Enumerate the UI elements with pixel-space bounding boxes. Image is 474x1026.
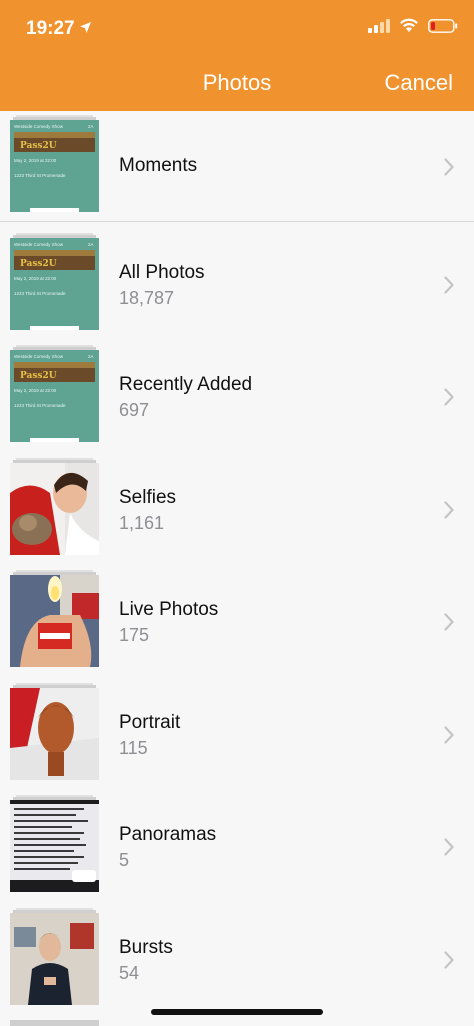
album-row-all-photos[interactable]: Westside Comedy Show 2A Pass2U May 2, 20… [0, 224, 474, 336]
selfie-thumbnail [10, 463, 99, 555]
album-label: Panoramas [119, 824, 217, 845]
album-label: Bursts [119, 937, 173, 958]
album-thumbnail: Westside Comedy Show 2A Pass2U May 2, 20… [10, 233, 99, 330]
ticket-logo: Pass2U [20, 259, 57, 269]
album-row-portrait[interactable]: Portrait 115 [0, 674, 474, 786]
panorama-thumbnail [10, 800, 99, 892]
album-label: Portrait [119, 712, 181, 733]
chevron-right-icon [444, 951, 454, 969]
album-label: Live Photos [119, 599, 219, 620]
album-count: 1,161 [119, 513, 165, 533]
cancel-button[interactable]: Cancel [385, 70, 453, 96]
album-list: Westside Comedy Show 2A Pass2U May 2, 20… [0, 111, 474, 222]
portrait-thumbnail [10, 688, 99, 780]
ticket-thumbnail: Westside Comedy Show 2A Pass2U May 2, 20… [10, 238, 99, 330]
ticket-thumbnail: Westside Comedy Show 2A Pass2U May 2, 20… [10, 120, 99, 212]
ticket-date: May 2, 2019 at 22:00 [14, 158, 57, 163]
album-row-live-photos[interactable]: Live Photos 175 [0, 561, 474, 674]
ticket-address: 1223 Third St Promenade [14, 291, 66, 296]
ticket-title: Westside Comedy Show [14, 124, 64, 129]
lighter-thumbnail [10, 575, 99, 667]
nav-header: 19:27 Photos Cancel [0, 0, 474, 111]
ticket-date: May 2, 2019 at 22:00 [14, 388, 57, 393]
album-thumbnail: Westside Comedy Show 2A Pass2U May 2, 20… [10, 345, 99, 442]
album-row-bursts[interactable]: Bursts 54 [0, 899, 474, 1011]
album-label: Recently Added [119, 374, 253, 395]
ticket-badge: 2A [88, 354, 94, 359]
ticket-title: Westside Comedy Show [14, 242, 64, 247]
album-row-panoramas[interactable]: Panoramas 5 [0, 786, 474, 899]
chevron-right-icon [444, 276, 454, 294]
ticket-logo: Pass2U [20, 371, 57, 381]
ticket-logo: Pass2U [20, 141, 57, 151]
album-row-moments[interactable]: Westside Comedy Show 2A Pass2U May 2, 20… [0, 111, 474, 222]
status-icons [368, 18, 458, 33]
chevron-right-icon [444, 726, 454, 744]
wifi-icon [400, 18, 418, 32]
chevron-right-icon [444, 158, 454, 176]
next-album-peek [10, 1020, 99, 1026]
album-label: Moments [119, 155, 198, 176]
burst-thumbnail [10, 913, 99, 1005]
album-label: Selfies [119, 487, 177, 508]
album-count: 697 [119, 400, 150, 420]
album-row-selfies[interactable]: Selfies 1,161 [0, 449, 474, 561]
ticket-address: 1223 Third St Promenade [14, 403, 66, 408]
album-count: 5 [119, 850, 130, 870]
album-thumbnail [10, 683, 99, 780]
location-arrow-icon [80, 22, 91, 33]
chevron-right-icon [444, 388, 454, 406]
album-label: All Photos [119, 262, 205, 283]
ticket-address: 1223 Third St Promenade [14, 173, 66, 178]
ticket-date: May 2, 2019 at 22:00 [14, 276, 57, 281]
chevron-right-icon [444, 501, 454, 519]
cellular-signal-icon [368, 18, 390, 33]
album-thumbnail [10, 458, 99, 555]
chevron-right-icon [444, 838, 454, 856]
ticket-thumbnail: Westside Comedy Show 2A Pass2U May 2, 20… [10, 350, 99, 442]
album-thumbnail [10, 795, 99, 892]
album-row-recently-added[interactable]: Westside Comedy Show 2A Pass2U May 2, 20… [0, 336, 474, 449]
chevron-right-icon [444, 613, 454, 631]
status-time: 19:27 [26, 18, 75, 39]
ticket-badge: 2A [88, 124, 94, 129]
album-thumbnail [10, 570, 99, 667]
album-count: 18,787 [119, 288, 175, 308]
album-count: 175 [119, 625, 150, 645]
album-thumbnail [10, 908, 99, 1005]
album-count: 54 [119, 963, 140, 983]
album-thumbnail: Westside Comedy Show 2A Pass2U May 2, 20… [10, 115, 99, 212]
ticket-title: Westside Comedy Show [14, 354, 64, 359]
ticket-badge: 2A [88, 242, 94, 247]
home-indicator[interactable] [151, 1009, 323, 1015]
album-count: 115 [119, 738, 148, 758]
battery-icon [428, 18, 458, 33]
